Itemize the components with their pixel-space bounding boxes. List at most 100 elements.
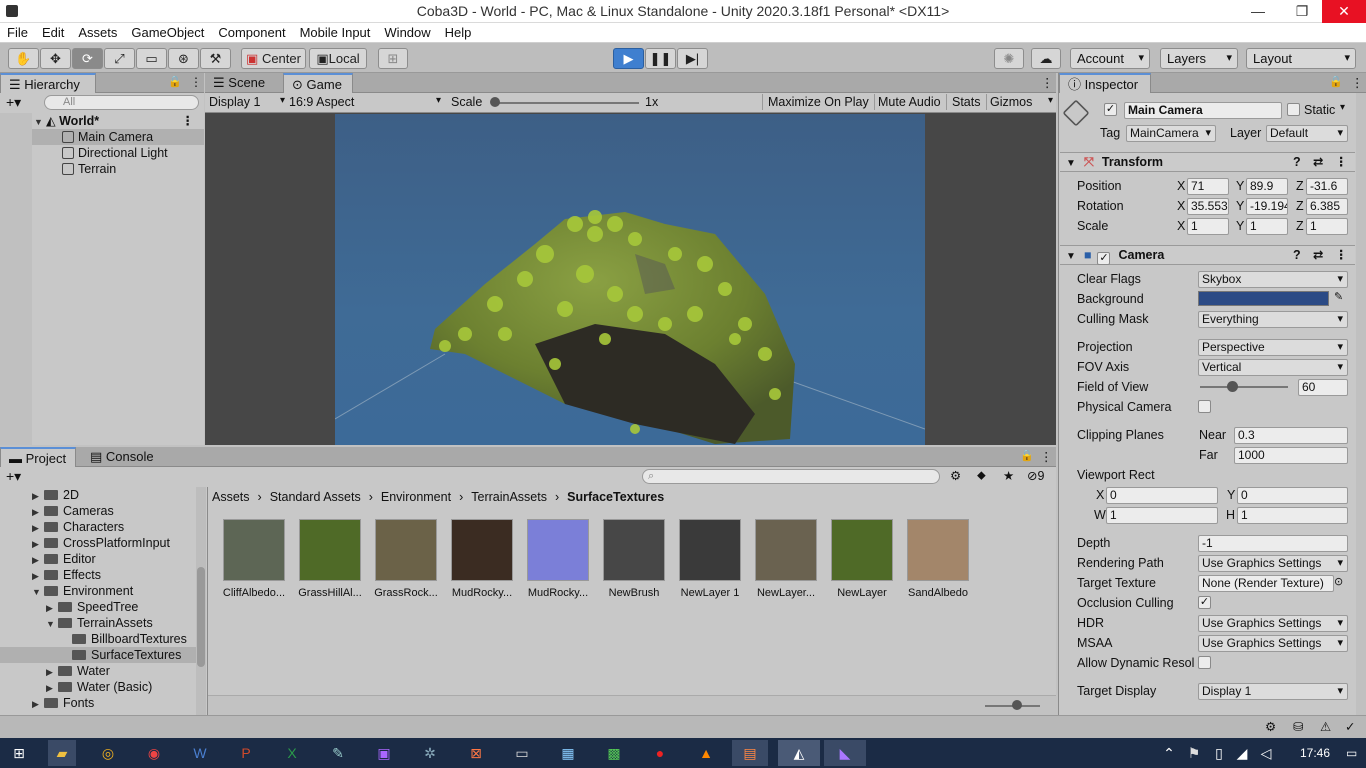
hdr-dropdown[interactable]: Use Graphics Settings [1198,615,1348,632]
thumbnail-size-handle[interactable] [1012,700,1022,710]
expand-arrow-icon[interactable]: ▶ [46,600,58,616]
tree-item[interactable]: ▶ Characters [0,519,196,535]
maximize-button[interactable]: ❐ [1280,0,1324,23]
hand-tool-button[interactable]: ✋ [8,48,39,69]
scale-tool-button[interactable]: ⤢ [104,48,135,69]
account-dropdown[interactable]: Account [1070,48,1150,69]
asset-item[interactable]: SandAlbedo [902,519,974,599]
excel-icon[interactable]: X [278,740,306,766]
project-add-button[interactable]: +▾ [6,468,21,485]
arduino-icon[interactable]: ◎ [94,740,122,766]
expand-arrow-icon[interactable]: ▶ [32,552,44,568]
game-more-icon[interactable]: ⋮ [1041,75,1054,90]
photos-icon[interactable]: ▩ [600,740,628,766]
transform-x-field[interactable]: 71 [1187,178,1229,195]
camera-header[interactable]: ▼ ■ ✓ Camera? ⇄ ⋮ [1060,245,1355,265]
check-icon[interactable]: ✓ [1345,719,1355,734]
tab-project[interactable]: ▬ Project [0,447,76,467]
transform-tool-button[interactable]: ⊛ [168,48,199,69]
aspect-dropdown[interactable]: 16:9 Aspect ▾ [289,95,441,109]
asset-item[interactable]: MudRocky... [522,519,594,599]
app-icon[interactable]: ▣ [370,740,398,766]
file-explorer-icon[interactable]: ▰ [48,740,76,766]
collab-button[interactable]: ✺ [994,48,1024,69]
far-field[interactable]: 1000 [1234,447,1348,464]
tree-scrollbar[interactable] [196,487,206,715]
tree-item[interactable]: ▶ Effects [0,567,196,583]
chrome-icon[interactable]: ◉ [140,740,168,766]
game-viewport[interactable] [335,114,925,445]
projection-dropdown[interactable]: Perspective [1198,339,1348,356]
layers-dropdown[interactable]: Layers [1160,48,1238,69]
rendering-path-dropdown[interactable]: Use Graphics Settings [1198,555,1348,572]
terminal-icon[interactable]: ▭ [508,740,536,766]
minimize-button[interactable]: — [1236,0,1280,23]
menu-help[interactable]: Help [438,23,479,42]
expand-arrow-icon[interactable]: ▶ [32,488,44,504]
project-more-icon[interactable]: ⋮ [1040,449,1053,464]
favorite-star-icon[interactable]: ★ [1003,468,1014,483]
transform-x-field[interactable]: 35.553 [1187,198,1229,215]
transform-header[interactable]: ▼ ⤧ Transform? ⇄ ⋮ [1060,152,1355,172]
fov-axis-dropdown[interactable]: Vertical [1198,359,1348,376]
play-button[interactable]: ▶ [613,48,644,69]
asset-item[interactable]: NewBrush [598,519,670,599]
component-menu-icon[interactable]: ⋮ [1335,153,1348,172]
transform-z-field[interactable]: -31.6 [1306,178,1348,195]
menu-assets[interactable]: Assets [71,23,124,42]
asset-item[interactable]: GrassHillAl... [294,519,366,599]
tree-item[interactable]: ▶ Water [0,663,196,679]
asset-item[interactable]: NewLayer... [750,519,822,599]
expand-arrow-icon[interactable]: ▼ [46,616,58,632]
menu-window[interactable]: Window [377,23,437,42]
target-texture-field[interactable]: None (Render Texture) [1198,575,1334,592]
settings-icon[interactable]: ✲ [416,740,444,766]
inspector-lock-icon[interactable]: 🔒 [1329,75,1343,88]
hierarchy-search[interactable]: All [44,95,199,110]
clear-flags-dropdown[interactable]: Skybox [1198,271,1348,288]
expand-arrow-icon[interactable]: ▼ [32,584,44,600]
move-tool-button[interactable]: ✥ [40,48,71,69]
close-button[interactable]: ✕ [1322,0,1366,23]
transform-y-field[interactable]: 89.9 [1246,178,1288,195]
stats-button[interactable]: Stats [947,94,987,110]
display-dropdown[interactable]: Display 1 ▾ [209,95,285,109]
component-menu-icon[interactable]: ⋮ [1335,246,1348,265]
preset-icon[interactable]: ⇄ [1313,153,1323,172]
layer-dropdown[interactable]: Default [1266,125,1348,142]
menu-mobile-input[interactable]: Mobile Input [293,23,378,42]
eyedropper-icon[interactable]: ✎ [1334,290,1343,303]
asset-item[interactable]: CliffAlbedo... [218,519,290,599]
expand-arrow-icon[interactable]: ▶ [46,680,58,696]
tree-item[interactable]: BillboardTextures [0,631,196,647]
tab-scene[interactable]: ☰ Scene [205,73,280,93]
taskbar-clock[interactable]: 17:46 [1290,746,1340,760]
progress-icon[interactable]: ⚙ [1265,719,1276,734]
culling-mask-dropdown[interactable]: Everything [1198,311,1348,328]
asset-item[interactable]: NewLayer 1 [674,519,746,599]
cloud-icon[interactable]: ☁ [1031,48,1061,69]
pdf-icon[interactable]: ▤ [732,740,768,766]
step-button[interactable]: ▶| [677,48,708,69]
camera-enabled-checkbox[interactable]: ✓ [1097,252,1111,265]
help-icon[interactable]: ? [1293,153,1301,172]
unity-taskbar-icon[interactable]: ◭ [778,740,820,766]
asset-item[interactable]: NewLayer [826,519,898,599]
filter-type-icon[interactable]: ⚙ [950,468,961,483]
expand-arrow-icon[interactable]: ▶ [32,568,44,584]
hidden-packages-toggle[interactable]: ⊘9 [1027,468,1044,483]
transform-x-field[interactable]: 1 [1187,218,1229,235]
layout-dropdown[interactable]: Layout [1246,48,1356,69]
pivot-center-button[interactable]: ▣ Center [241,48,306,69]
network-app-icon[interactable]: ▦ [554,740,582,766]
notification-icon[interactable]: ▭ [1346,746,1357,760]
expand-arrow-icon[interactable]: ▶ [32,536,44,552]
tree-item[interactable]: ▶ Fonts [0,695,196,711]
object-name-field[interactable]: Main Camera [1124,102,1282,119]
tree-item[interactable]: ▼ TerrainAssets [0,615,196,631]
more-icon[interactable]: ⋮ [190,75,202,89]
background-color-swatch[interactable] [1198,291,1329,306]
tab-inspector[interactable]: ⓘ Inspector [1059,73,1151,93]
add-button[interactable]: +▾ [6,94,21,111]
expand-arrow-icon[interactable]: ▼ [34,114,46,130]
